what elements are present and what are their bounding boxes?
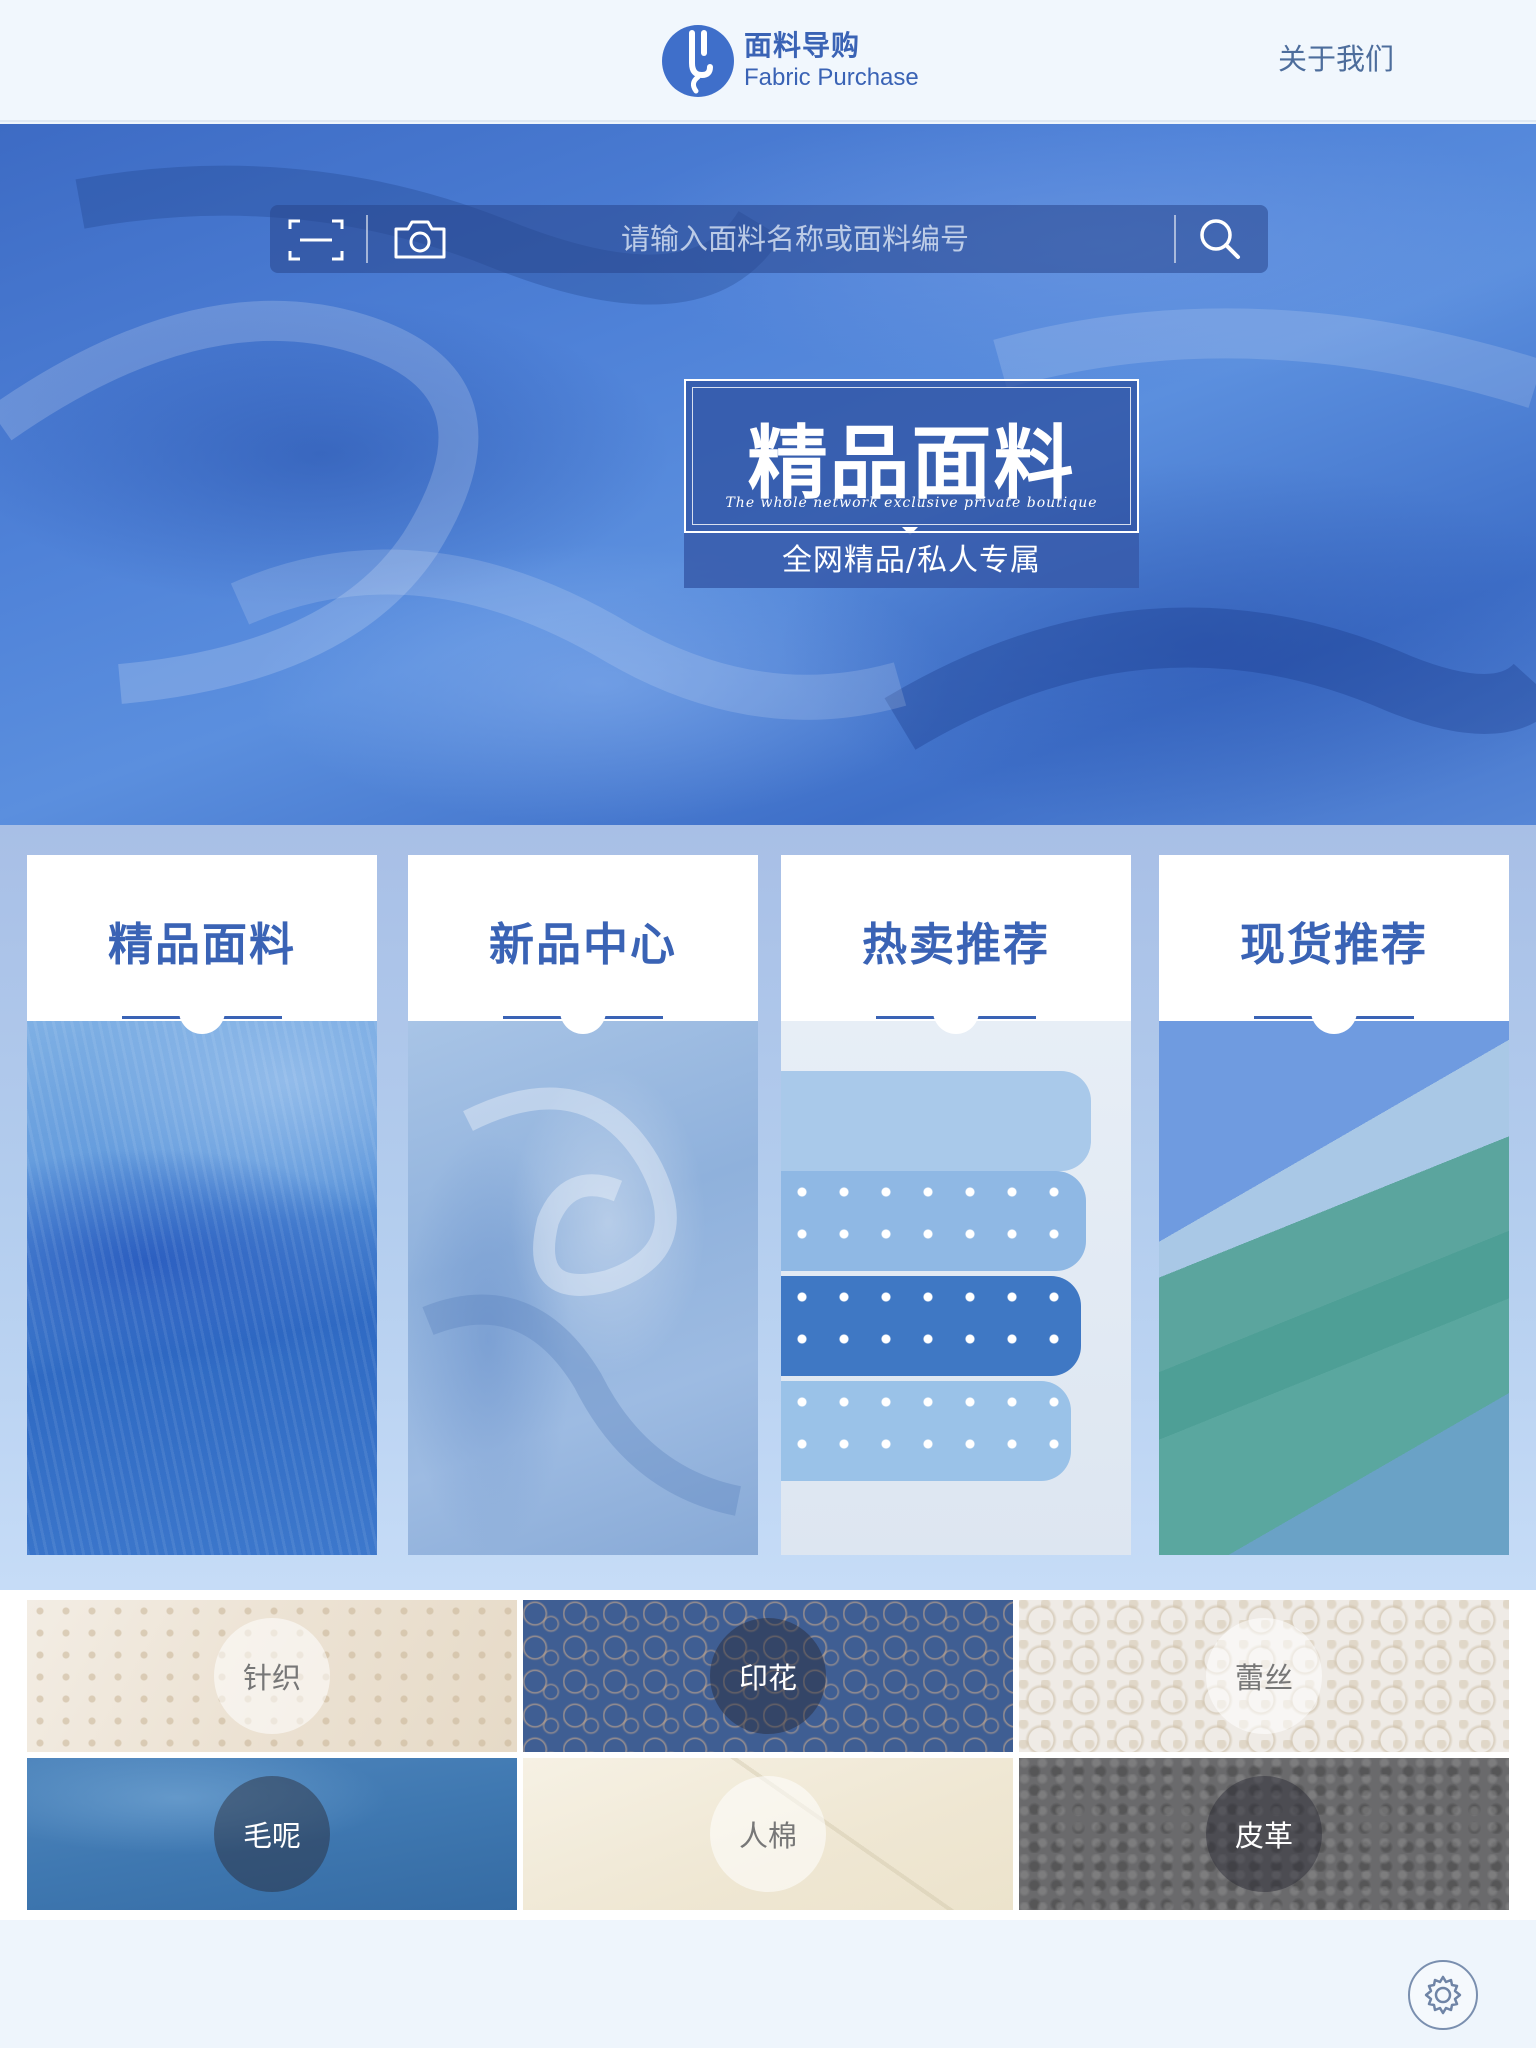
app-header: 面料导购 Fabric Purchase 关于我们 <box>0 0 1536 122</box>
fabric-tile-label: 印花 <box>710 1618 826 1734</box>
fabric-layer <box>781 1381 1071 1481</box>
category-card-new[interactable]: 新品中心 <box>408 855 758 1555</box>
category-card-premium[interactable]: 精品面料 <box>27 855 377 1555</box>
search-divider <box>1174 215 1176 263</box>
category-section: 精品面料 新品中心 热卖推荐 现货推荐 <box>0 825 1536 1590</box>
fabric-tile-knit[interactable]: 针织 <box>27 1600 517 1752</box>
search-divider <box>366 215 368 263</box>
fabric-tile-label: 蕾丝 <box>1206 1618 1322 1734</box>
scan-icon[interactable] <box>286 215 346 265</box>
hero-title-badge: 精品面料 The whole network exclusive private… <box>684 379 1139 535</box>
search-input[interactable] <box>470 205 1120 273</box>
logo-mark-icon <box>662 25 734 97</box>
card-header: 现货推荐 <box>1159 855 1509 1021</box>
card-header: 新品中心 <box>408 855 758 1021</box>
fabric-tile-print[interactable]: 印花 <box>523 1600 1013 1752</box>
hero-banner: 精品面料 The whole network exclusive private… <box>0 124 1536 825</box>
footer-area <box>0 1920 1536 2048</box>
logo-title: 面料导购 <box>744 29 861 62</box>
hero-subtitle: 全网精品/私人专属 <box>684 533 1139 588</box>
category-card-hot[interactable]: 热卖推荐 <box>781 855 1131 1555</box>
fabric-tile-rayon[interactable]: 人棉 <box>523 1758 1013 1910</box>
card-image <box>27 1021 377 1555</box>
card-title: 现货推荐 <box>1239 918 1428 971</box>
about-us-link[interactable]: 关于我们 <box>1278 36 1394 78</box>
fabric-tile-label: 皮革 <box>1206 1776 1322 1892</box>
category-card-stock[interactable]: 现货推荐 <box>1159 855 1509 1555</box>
settings-button[interactable] <box>1408 1960 1478 2030</box>
fabric-tile-label: 毛呢 <box>214 1776 330 1892</box>
fabric-tile-label: 针织 <box>214 1618 330 1734</box>
card-title: 精品面料 <box>107 918 296 971</box>
fabric-tile-label: 人棉 <box>710 1776 826 1892</box>
fabric-tile-leather[interactable]: 皮革 <box>1019 1758 1509 1910</box>
hero-script-tagline: The whole network exclusive private bout… <box>725 495 1098 511</box>
fabric-layer <box>781 1171 1086 1271</box>
fabric-layer <box>781 1071 1091 1171</box>
card-title: 新品中心 <box>488 918 677 971</box>
search-icon[interactable] <box>1194 213 1246 265</box>
fabric-tile-lace[interactable]: 蕾丝 <box>1019 1600 1509 1752</box>
card-image <box>408 1021 758 1555</box>
card-image <box>1159 1021 1509 1555</box>
fabric-swirl-decoration <box>422 1087 742 1516</box>
card-header: 精品面料 <box>27 855 377 1021</box>
fabric-layer <box>781 1276 1081 1376</box>
camera-icon[interactable] <box>390 215 450 263</box>
logo-subtitle: Fabric Purchase <box>744 64 919 91</box>
fabric-type-grid: 针织 印花 蕾丝 毛呢 人棉 皮革 <box>0 1590 1536 1920</box>
card-header: 热卖推荐 <box>781 855 1131 1021</box>
fabric-tile-wool[interactable]: 毛呢 <box>27 1758 517 1910</box>
card-image <box>781 1021 1131 1555</box>
gear-icon <box>1424 1975 1462 2015</box>
card-title: 热卖推荐 <box>861 918 1050 971</box>
search-bar <box>270 205 1268 273</box>
logo[interactable]: 面料导购 Fabric Purchase <box>662 24 919 98</box>
